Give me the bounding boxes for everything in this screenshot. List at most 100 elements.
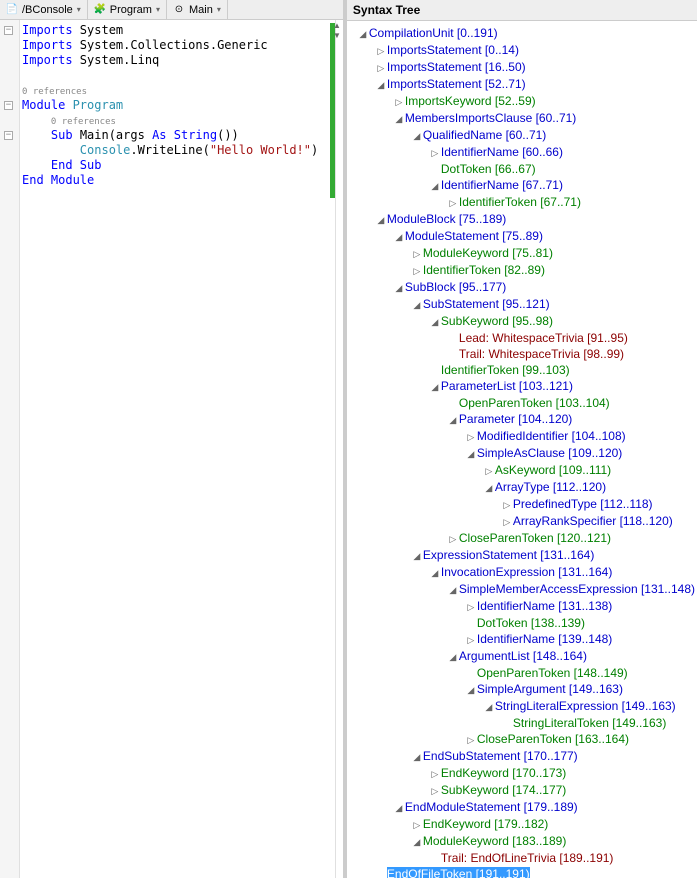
code-line[interactable]: End Module [20,173,343,188]
tree-label[interactable]: CompilationUnit [0..191) [369,26,498,40]
tree-label[interactable]: EndOfFileToken [191..191) [387,867,530,878]
code-line[interactable]: Console.WriteLine("Hello World!") [20,143,343,158]
tree-expand-icon[interactable]: ▷ [447,195,459,211]
tree-node[interactable]: ◢SimpleAsClause [109..120)▷AsKeyword [10… [465,445,695,530]
tree-label[interactable]: SimpleArgument [149..163) [477,682,623,696]
tree-collapse-icon[interactable]: ◢ [429,314,441,330]
code-line[interactable]: Imports System.Linq [20,53,343,68]
tree-expand-icon[interactable]: ▷ [501,497,513,513]
tree-label[interactable]: ModifiedIdentifier [104..108) [477,429,626,443]
tree-node[interactable]: EndOfFileToken [191..191) [375,866,695,878]
code-line[interactable]: 0 references [20,113,343,128]
tree-label[interactable]: ModuleKeyword [183..189) [423,834,566,848]
tree-label[interactable]: IdentifierName [131..138) [477,599,612,613]
tree-collapse-icon[interactable]: ◢ [411,749,423,765]
tree-expand-icon[interactable]: ▷ [465,632,477,648]
tree-node[interactable]: ▷ModifiedIdentifier [104..108) [465,428,695,445]
tree-label[interactable]: CloseParenToken [163..164) [477,732,629,746]
tree-label[interactable]: SubBlock [95..177) [405,280,506,294]
tree-node[interactable]: ◢MembersImportsClause [60..71)◢Qualified… [393,110,695,211]
code-line[interactable]: Imports System [20,23,343,38]
tree-node[interactable]: ▷ImportsKeyword [52..59) [393,93,695,110]
nav-dropdown-1[interactable]: 🧩Program▾ [88,0,167,19]
tree-node[interactable]: ◢ModuleKeyword [183..189)Trail: EndOfLin… [411,833,695,866]
tree-node[interactable]: ▷IdentifierName [139..148) [465,631,695,648]
tree-expand-icon[interactable]: ▷ [465,732,477,748]
tree-node[interactable]: ◢InvocationExpression [131..164)◢SimpleM… [429,564,695,748]
tree-node[interactable]: ◢EndSubStatement [170..177)▷EndKeyword [… [411,748,695,799]
tree-node[interactable]: ◢SubBlock [95..177)◢SubStatement [95..12… [393,279,695,799]
tree-node[interactable]: DotToken [66..67) [429,161,695,177]
tree-node[interactable]: ◢ImportsStatement [52..71)▷ImportsKeywor… [375,76,695,211]
tree-label[interactable]: Lead: WhitespaceTrivia [91..95) [459,331,628,345]
tree-label[interactable]: ArgumentList [148..164) [459,649,587,663]
tree-collapse-icon[interactable]: ◢ [429,178,441,194]
tree-expand-icon[interactable]: ▷ [483,463,495,479]
tree-collapse-icon[interactable]: ◢ [429,379,441,395]
tree-expand-icon[interactable]: ▷ [429,783,441,799]
tree-node[interactable]: ◢ParameterList [103..121)OpenParenToken … [429,378,695,547]
tree-collapse-icon[interactable]: ◢ [393,800,405,816]
code-line[interactable]: Sub Main(args As String()) [20,128,343,143]
tree-label[interactable]: OpenParenToken [148..149) [477,666,628,680]
code-line[interactable]: Imports System.Collections.Generic [20,38,343,53]
outline-toggle[interactable]: − [4,131,13,140]
tree-collapse-icon[interactable]: ◢ [393,229,405,245]
tree-node[interactable]: OpenParenToken [103..104) [447,395,695,411]
tree-label[interactable]: SubKeyword [95..98) [441,314,553,328]
tree-label[interactable]: SimpleAsClause [109..120) [477,446,622,460]
tree-label[interactable]: SimpleMemberAccessExpression [131..148) [459,582,695,596]
tree-node[interactable]: ◢SimpleMemberAccessExpression [131..148)… [447,581,695,648]
tree-node[interactable]: ◢ CompilationUnit [0..191) ▷ImportsStateme… [357,25,695,878]
tree-label[interactable]: Parameter [104..120) [459,412,572,426]
split-down-icon[interactable]: ▼ [333,32,341,40]
tree-expand-icon[interactable]: ▷ [501,514,513,530]
tree-node[interactable]: ◢StringLiteralExpression [149..163)Strin… [483,698,695,731]
tree-label[interactable]: ModuleKeyword [75..81) [423,246,553,260]
tree-collapse-icon[interactable]: ◢ [465,682,477,698]
tree-node[interactable]: ▷AsKeyword [109..111) [483,462,695,479]
tree-label[interactable]: IdentifierName [67..71) [441,178,563,192]
code-line[interactable]: 0 references [20,83,343,98]
tree-node[interactable]: ▷ImportsStatement [0..14) [375,42,695,59]
tree-expand-icon[interactable]: ▷ [411,246,423,262]
tree-label[interactable]: SubStatement [95..121) [423,297,550,311]
tree-expand-icon[interactable]: ▷ [429,766,441,782]
tree-node[interactable]: ◢ModuleBlock [75..189)◢ModuleStatement [… [375,211,695,866]
tree-expand-icon[interactable]: ▷ [447,531,459,547]
outline-toggle[interactable]: − [4,26,13,35]
tree-collapse-icon[interactable]: ◢ [465,446,477,462]
tree-expand-icon[interactable]: ▷ [375,60,387,76]
tree-node[interactable]: ◢ArrayType [112..120)▷PredefinedType [11… [483,479,695,530]
tree-label[interactable]: ArrayType [112..120) [495,480,606,494]
tree-collapse-icon[interactable]: ◢ [411,548,423,564]
tree-label[interactable]: StringLiteralExpression [149..163) [495,699,676,713]
tree-expand-icon[interactable]: ▷ [465,429,477,445]
code-line[interactable] [20,68,343,83]
tree-collapse-icon[interactable]: ◢ [375,212,387,228]
tree-label[interactable]: EndModuleStatement [179..189) [405,800,578,814]
tree-expand-icon[interactable]: ▷ [411,817,423,833]
tree-collapse-icon[interactable]: ◢ [447,649,459,665]
syntax-tree[interactable]: ◢ CompilationUnit [0..191) ▷ImportsStateme… [347,21,697,878]
tree-label[interactable]: QualifiedName [60..71) [423,128,546,142]
tree-label[interactable]: EndKeyword [179..182) [423,817,548,831]
tree-collapse-icon[interactable]: ◢ [393,111,405,127]
tree-node[interactable]: ◢EndModuleStatement [179..189) ▷EndKeywor… [393,799,695,866]
tree-node[interactable]: ◢SubKeyword [95..98) Lead: WhitespaceTriv… [429,313,695,362]
tree-collapse-icon[interactable]: ◢ [393,280,405,296]
tree-node[interactable]: ◢ArgumentList [148..164)OpenParenToken [… [447,648,695,748]
tree-label[interactable]: IdentifierToken [67..71) [459,195,581,209]
tree-collapse-icon[interactable]: ◢ [411,128,423,144]
split-up-icon[interactable]: ▲ [333,22,341,30]
tree-label[interactable]: ImportsKeyword [52..59) [405,94,536,108]
tree-label[interactable]: ArrayRankSpecifier [118..120) [513,514,673,528]
tree-label[interactable]: ModuleStatement [75..89) [405,229,543,243]
tree-node[interactable]: ▷ArrayRankSpecifier [118..120) [501,513,695,530]
tree-node[interactable]: OpenParenToken [148..149) [465,665,695,681]
tree-label[interactable]: IdentifierToken [82..89) [423,263,545,277]
tree-label[interactable]: AsKeyword [109..111) [495,463,611,477]
tree-collapse-icon[interactable]: ◢ [483,699,495,715]
tree-collapse-icon[interactable]: ◢ [483,480,495,496]
tree-label[interactable]: EndSubStatement [170..177) [423,749,578,763]
